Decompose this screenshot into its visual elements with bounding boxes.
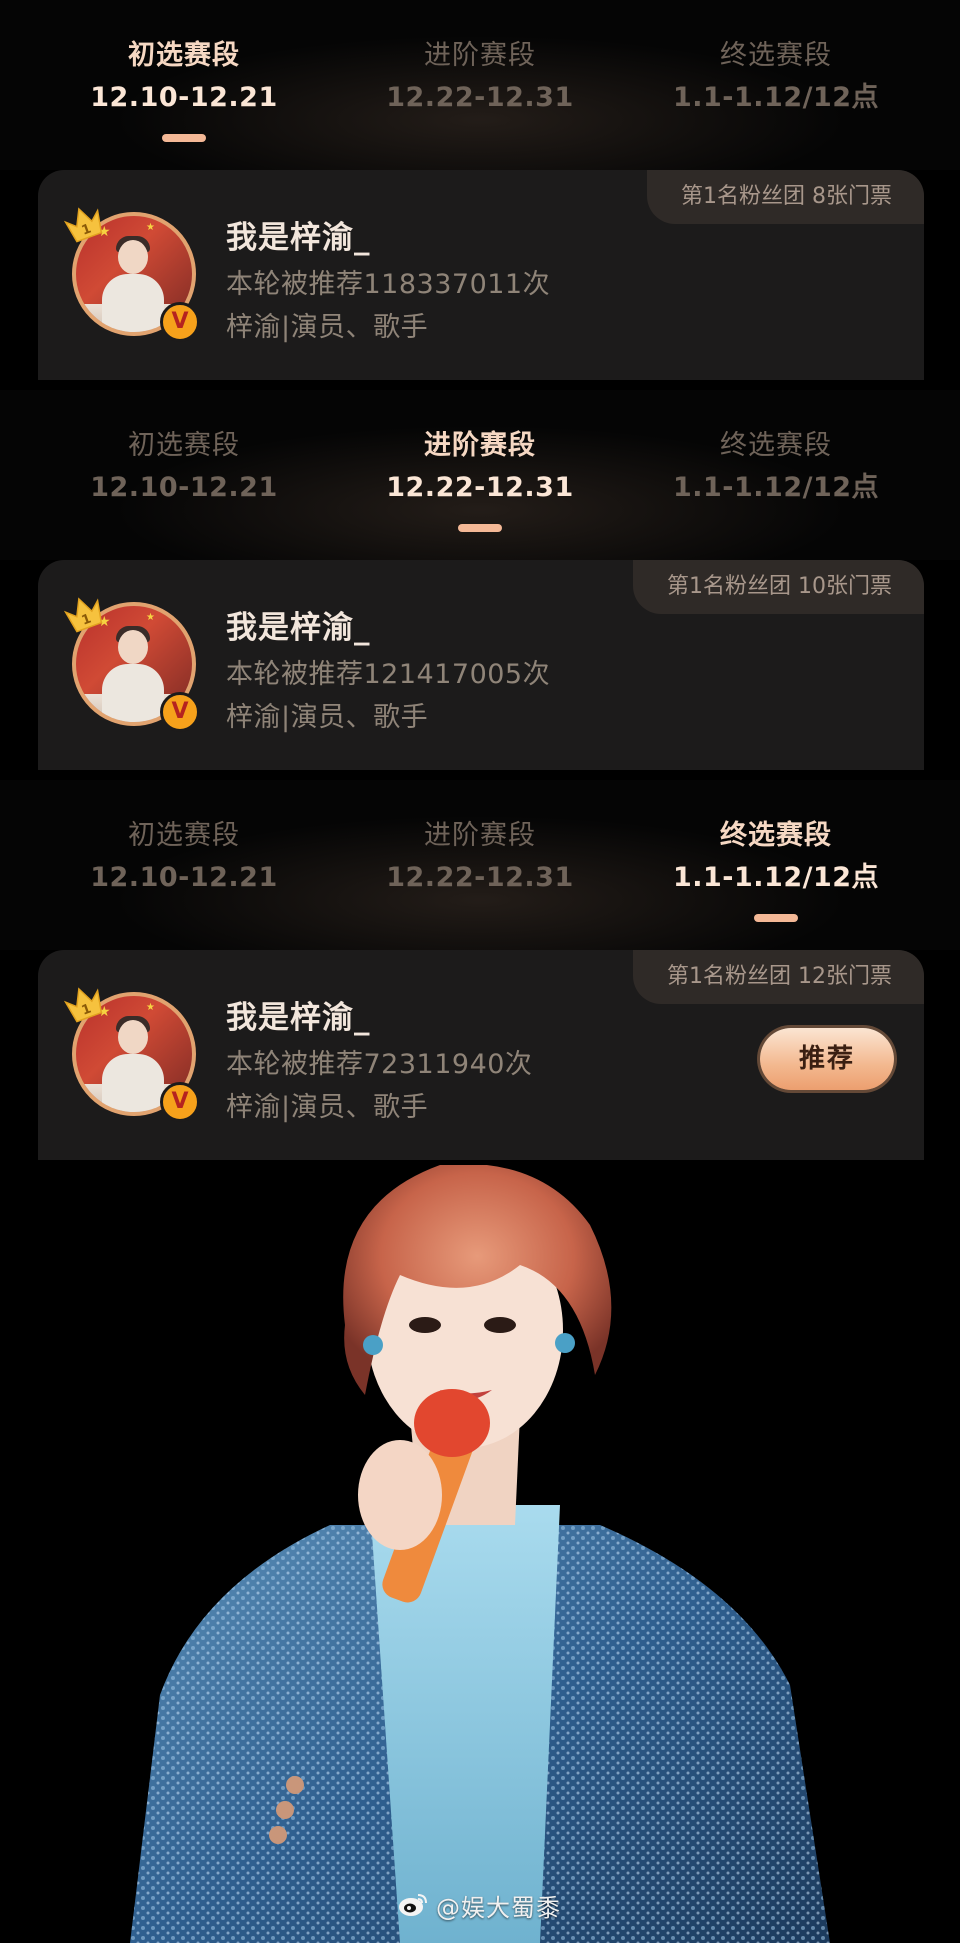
user-description: 梓渝|演员、歌手	[226, 312, 429, 343]
active-tab-indicator	[754, 914, 798, 922]
ranking-card[interactable]: 第1名粉丝团 10张门票 ★ ★ 1 V 我是梓渝_ 本轮被推荐12141700…	[38, 560, 924, 770]
avatar-container[interactable]: ★ ★ 1 V	[63, 984, 204, 1124]
tab-date: 12.10-12.21	[90, 82, 278, 113]
tab-initial-stage[interactable]: 初选赛段 12.10-12.21	[36, 36, 332, 142]
avatar-hoodie	[102, 664, 164, 722]
avatar-face	[118, 240, 148, 274]
tab-advanced-stage[interactable]: 进阶赛段 12.22-12.31	[332, 816, 628, 922]
tab-label: 进阶赛段	[424, 430, 536, 461]
tab-initial-stage[interactable]: 初选赛段 12.10-12.21	[36, 816, 332, 922]
ranking-card[interactable]: 第1名粉丝团 8张门票 ★ ★ 1 V 我是梓渝_ 本轮被推荐118337011…	[38, 170, 924, 380]
user-name[interactable]: 我是梓渝_	[226, 602, 371, 647]
active-tab-indicator	[458, 524, 502, 532]
avatar-face	[118, 1020, 148, 1054]
recommend-count: 本轮被推荐121417005次	[226, 659, 551, 690]
singer-illustration	[130, 1165, 830, 1943]
tab-label: 初选赛段	[128, 40, 240, 71]
tab-label: 进阶赛段	[424, 40, 536, 71]
tab-final-stage[interactable]: 终选赛段 1.1-1.12/12点	[628, 36, 924, 142]
user-name[interactable]: 我是梓渝_	[226, 212, 371, 257]
tab-label: 初选赛段	[128, 430, 240, 461]
verified-badge-icon: V	[160, 1082, 200, 1122]
watermark-text: @娱大蜀黍	[436, 1893, 561, 1922]
user-name[interactable]: 我是梓渝_	[226, 992, 371, 1037]
recommend-count: 本轮被推荐118337011次	[226, 269, 551, 300]
tab-date: 1.1-1.12/12点	[672, 862, 880, 893]
tab-final-stage[interactable]: 终选赛段 1.1-1.12/12点	[628, 426, 924, 532]
ranking-card[interactable]: 第1名粉丝团 12张门票 ★ ★ 1 V 我是梓渝_ 本轮被推荐72311940…	[38, 950, 924, 1160]
avatar-container[interactable]: ★ ★ 1 V	[63, 204, 204, 344]
stage-tabs: 初选赛段 12.10-12.21 进阶赛段 12.22-12.31 终选赛段 1…	[0, 0, 960, 170]
stage-block-final: 初选赛段 12.10-12.21 进阶赛段 12.22-12.31 终选赛段 1…	[0, 780, 960, 1170]
stage-tabs: 初选赛段 12.10-12.21 进阶赛段 12.22-12.31 终选赛段 1…	[0, 780, 960, 950]
tab-label: 初选赛段	[128, 820, 240, 851]
recommend-count: 本轮被推荐72311940次	[226, 1049, 533, 1080]
recommend-button[interactable]: 推荐	[760, 1028, 894, 1090]
flag-star-icon: ★	[146, 222, 155, 233]
user-description: 梓渝|演员、歌手	[226, 1092, 429, 1123]
weibo-logo-icon	[398, 1892, 428, 1918]
tab-date: 12.22-12.31	[386, 862, 574, 893]
stage-block-initial: 初选赛段 12.10-12.21 进阶赛段 12.22-12.31 终选赛段 1…	[0, 0, 960, 390]
tab-label: 终选赛段	[720, 820, 832, 851]
tab-advanced-stage[interactable]: 进阶赛段 12.22-12.31	[332, 36, 628, 142]
flag-star-icon: ★	[146, 612, 155, 623]
tab-initial-stage[interactable]: 初选赛段 12.10-12.21	[36, 426, 332, 532]
avatar-container[interactable]: ★ ★ 1 V	[63, 594, 204, 734]
concert-photo	[0, 1165, 960, 1943]
stage-block-advanced: 初选赛段 12.10-12.21 进阶赛段 12.22-12.31 终选赛段 1…	[0, 390, 960, 780]
tab-label: 进阶赛段	[424, 820, 536, 851]
avatar-hoodie	[102, 1054, 164, 1112]
tab-date: 1.1-1.12/12点	[672, 82, 880, 113]
tab-date: 12.22-12.31	[386, 82, 574, 113]
user-description: 梓渝|演员、歌手	[226, 702, 429, 733]
tab-date: 12.10-12.21	[90, 472, 278, 503]
page: 初选赛段 12.10-12.21 进阶赛段 12.22-12.31 终选赛段 1…	[0, 0, 960, 1943]
tab-label: 终选赛段	[720, 40, 832, 71]
active-tab-indicator	[162, 134, 206, 142]
tab-date: 12.22-12.31	[386, 472, 574, 503]
fan-club-ticket-badge: 第1名粉丝团 10张门票	[633, 560, 924, 614]
fan-club-ticket-badge: 第1名粉丝团 8张门票	[647, 170, 924, 224]
tab-final-stage[interactable]: 终选赛段 1.1-1.12/12点	[628, 816, 924, 922]
tab-date: 1.1-1.12/12点	[672, 472, 880, 503]
watermark: @娱大蜀黍	[398, 1885, 561, 1925]
stage-tabs: 初选赛段 12.10-12.21 进阶赛段 12.22-12.31 终选赛段 1…	[0, 390, 960, 560]
avatar-face	[118, 630, 148, 664]
verified-badge-icon: V	[160, 692, 200, 732]
fan-club-ticket-badge: 第1名粉丝团 12张门票	[633, 950, 924, 1004]
tab-date: 12.10-12.21	[90, 862, 278, 893]
verified-badge-icon: V	[160, 302, 200, 342]
tab-label: 终选赛段	[720, 430, 832, 461]
flag-star-icon: ★	[146, 1002, 155, 1013]
tab-advanced-stage[interactable]: 进阶赛段 12.22-12.31	[332, 426, 628, 532]
avatar-hoodie	[102, 274, 164, 332]
